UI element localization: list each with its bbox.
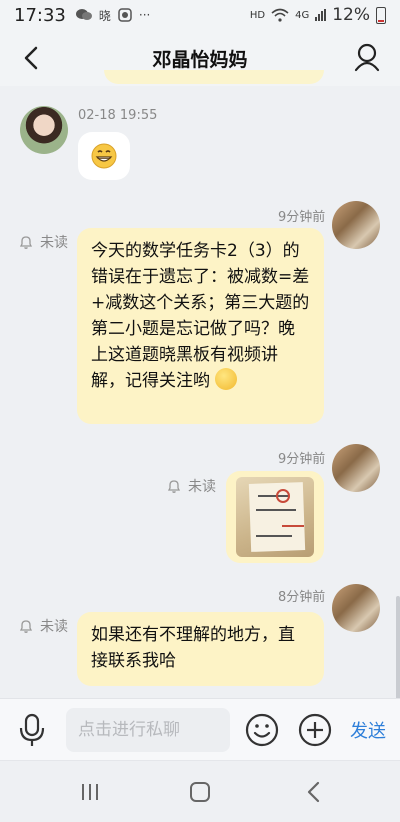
status-bar: 17:33 晓 ··· HD 4G 12% [0, 0, 400, 30]
navigation-bar [0, 760, 400, 822]
outgoing-image-bubble[interactable] [226, 471, 324, 563]
back-arrow-icon[interactable] [18, 44, 46, 72]
unread-label: 未读 [188, 479, 216, 495]
home-button-icon[interactable] [190, 782, 210, 802]
unread-label: 未读 [40, 235, 68, 251]
outgoing-message-bubble[interactable]: 今天的数学任务卡2（3）的错误在于遗忘了：被减数=差+减数这个关系；第三大题的第… [77, 228, 324, 424]
homework-photo[interactable] [236, 477, 314, 557]
photo-red-writing [282, 525, 304, 527]
message-time: 9分钟前 [278, 210, 326, 225]
battery-icon [376, 6, 386, 24]
smile-emoji-icon [215, 368, 238, 390]
my-avatar[interactable] [332, 444, 380, 492]
chat-title: 邓晶怡妈妈 [152, 48, 248, 71]
profile-icon[interactable] [352, 42, 382, 72]
message-input[interactable] [66, 708, 230, 752]
input-bar: 发送 [0, 698, 400, 760]
photo-red-circle [276, 489, 290, 503]
message-time: 8分钟前 [278, 590, 326, 605]
contact-avatar[interactable] [20, 106, 68, 154]
bell-icon [19, 236, 33, 249]
my-avatar[interactable] [332, 584, 380, 632]
previous-bubble-edge [104, 70, 324, 84]
message-timestamp: 02-18 19:55 [78, 108, 158, 123]
unread-status: 未读 [166, 476, 216, 496]
more-notifications-icon: ··· [138, 8, 151, 22]
photo-writing [256, 535, 292, 537]
microphone-icon[interactable] [18, 713, 46, 747]
xiao-icon: 晓 [98, 8, 111, 23]
bell-icon [19, 620, 33, 633]
status-right: HD 4G 12% [250, 5, 386, 25]
wifi-icon [271, 8, 289, 22]
outgoing-message-bubble[interactable]: 如果还有不理解的地方，直接联系我哈 [77, 612, 324, 686]
message-text: 如果还有不理解的地方，直接联系我哈 [91, 625, 295, 671]
camera-icon [118, 8, 132, 22]
chat-icon [75, 9, 92, 20]
nav-back-icon[interactable] [306, 781, 322, 803]
bell-icon [167, 480, 181, 493]
unread-status: 未读 [18, 232, 68, 252]
battery-percent: 12% [332, 5, 370, 25]
status-time: 17:33 [14, 4, 66, 26]
message-time: 9分钟前 [278, 452, 326, 467]
incoming-emoji-bubble[interactable] [78, 132, 130, 180]
my-avatar[interactable] [332, 201, 380, 249]
unread-status: 未读 [18, 616, 68, 636]
grinning-emoji-icon [91, 143, 117, 169]
unread-label: 未读 [40, 619, 68, 635]
status-left-icons: 晓 ··· [75, 7, 151, 24]
signal-icon [315, 9, 327, 21]
send-button[interactable]: 发送 [350, 717, 386, 743]
photo-writing [256, 509, 296, 511]
message-text: 今天的数学任务卡2（3）的错误在于遗忘了：被减数=差+减数这个关系；第三大题的第… [91, 241, 310, 391]
network-label: 4G [295, 9, 310, 21]
emoji-icon[interactable] [245, 713, 279, 747]
chat-area[interactable]: 02-18 19:55 9分钟前 未读 今天的数学任务卡2（3）的错误在于遗忘了… [0, 86, 400, 716]
recent-apps-icon[interactable] [80, 783, 100, 801]
hd-label: HD [249, 9, 266, 21]
plus-icon[interactable] [298, 713, 332, 747]
